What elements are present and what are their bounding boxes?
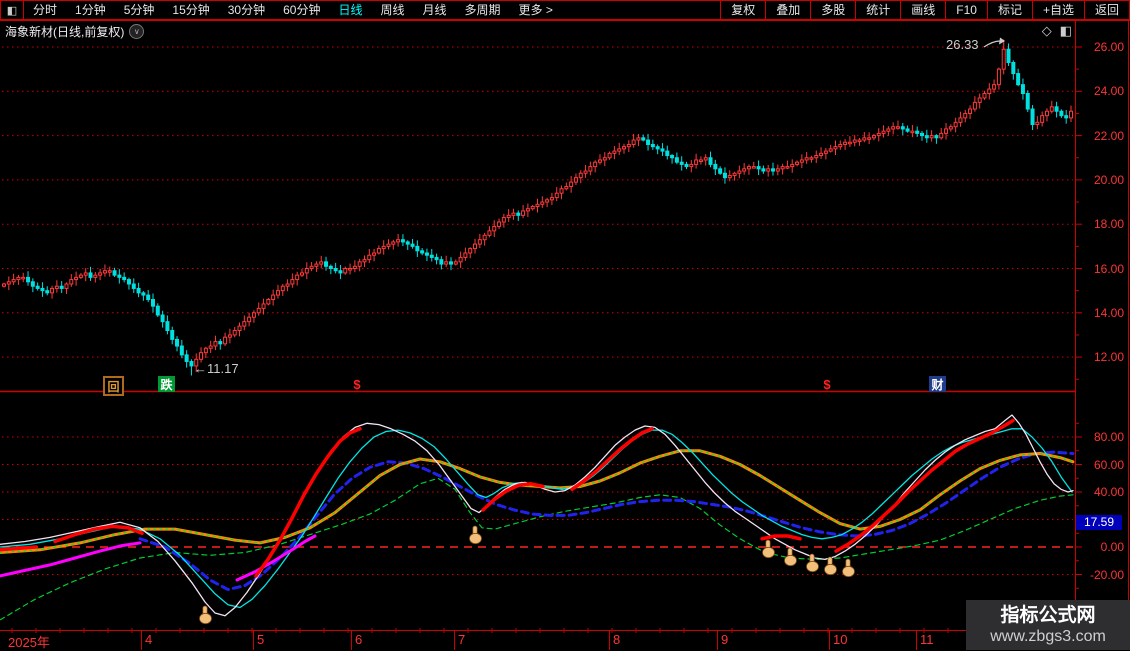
time-axis-label: 8 xyxy=(613,632,621,647)
buy-signal-hand-icon xyxy=(762,539,775,559)
price-axis-label: 14.00 xyxy=(1093,305,1124,320)
indicator-line-red-seg-3 xyxy=(254,427,362,578)
watermark-url: www.zbgs3.com xyxy=(990,627,1106,645)
indicator-line-red-seg-7 xyxy=(834,418,1015,553)
indicator-axis-label: 0.00 xyxy=(1100,540,1124,554)
indicator-line-red-seg-6 xyxy=(760,534,802,541)
price-axis-label: 20.00 xyxy=(1093,172,1124,187)
time-axis-label: 11 xyxy=(920,632,934,647)
event-label[interactable]: 回 xyxy=(103,376,124,396)
indicator-line-orange-ma xyxy=(0,449,1075,554)
event-label[interactable]: 财 xyxy=(929,376,946,392)
watermark-title: 指标公式网 xyxy=(1000,604,1096,626)
buy-signal-hand-icon xyxy=(842,558,855,578)
buy-signal-hand-icon xyxy=(469,525,482,545)
indicator-line-red-seg-4 xyxy=(481,482,545,512)
price-axis-label: 12.00 xyxy=(1093,350,1124,365)
indicator-axis-label: -20.00 xyxy=(1089,567,1124,582)
time-axis-label: 2025年 xyxy=(8,635,50,650)
time-axis-label: 5 xyxy=(257,632,265,647)
event-label[interactable]: $ xyxy=(822,376,832,392)
time-axis-label: 10 xyxy=(833,632,848,647)
watermark: 指标公式网 www.zbgs3.com xyxy=(966,600,1130,650)
price-axis-label: 26.00 xyxy=(1093,40,1124,54)
time-axis-label: 6 xyxy=(355,632,363,647)
buy-signal-hand-icon xyxy=(199,605,212,625)
time-axis-label: 7 xyxy=(458,632,466,647)
indicator-line-red-seg-5 xyxy=(570,427,654,492)
buy-signal-hand-icon xyxy=(806,553,819,573)
price-axis-label: 18.00 xyxy=(1093,217,1124,232)
indicator-line-green-slow-dashed xyxy=(0,477,1074,621)
indicator-axis-label: 60.00 xyxy=(1093,457,1124,472)
time-axis-label: 9 xyxy=(721,632,729,647)
low-annotation: ←11.17 xyxy=(194,361,239,376)
indicator-line-blue-ma-dashed xyxy=(138,450,1075,592)
indicator-line-green-dots-on-orange xyxy=(0,450,1074,554)
event-label[interactable]: $ xyxy=(352,376,362,392)
time-axis-label: 4 xyxy=(145,632,153,647)
buy-signal-hand-icon xyxy=(784,547,797,567)
indicator-axis-label: 80.00 xyxy=(1093,430,1124,444)
price-axis-label: 16.00 xyxy=(1093,261,1124,276)
high-annotation: 26.33 xyxy=(946,37,979,52)
price-axis-label: 24.00 xyxy=(1093,84,1124,99)
indicator-last-value-badge: 17.59 xyxy=(1076,514,1122,530)
price-axis-label: 22.00 xyxy=(1093,128,1124,143)
chart-canvas[interactable] xyxy=(0,0,1130,650)
indicator-axis-label: 40.00 xyxy=(1093,485,1124,499)
event-label[interactable]: 跌 xyxy=(158,376,175,392)
